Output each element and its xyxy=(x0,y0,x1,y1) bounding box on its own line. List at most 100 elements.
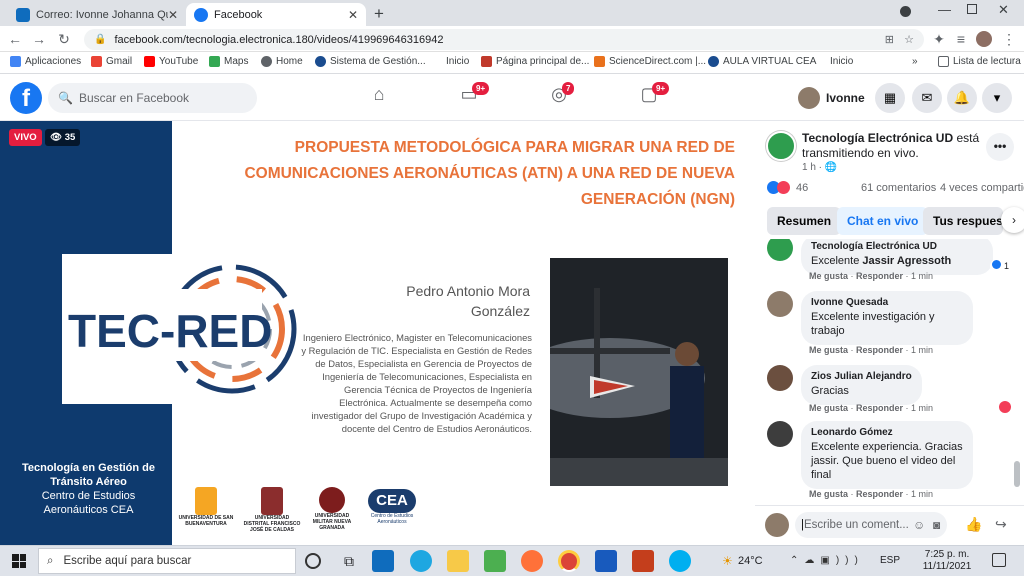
back-icon[interactable]: ← xyxy=(6,30,24,48)
outlook-taskbar-icon[interactable] xyxy=(372,550,394,572)
avatar[interactable] xyxy=(767,421,793,447)
cortana-icon[interactable] xyxy=(305,553,321,569)
forward-icon[interactable]: → xyxy=(30,30,48,48)
avatar[interactable] xyxy=(767,239,793,261)
firefox-icon[interactable] xyxy=(521,550,543,572)
avatar[interactable] xyxy=(767,365,793,391)
comment-like-button[interactable]: Me gusta xyxy=(809,345,848,355)
comment-like-button[interactable]: Me gusta xyxy=(809,271,848,281)
translate-icon[interactable]: ⊞ xyxy=(885,33,894,46)
account-chevron-down-icon[interactable]: ▾ xyxy=(982,83,1012,113)
nav-home-icon[interactable]: ⌂ xyxy=(366,84,392,110)
live-video-player[interactable]: PROPUESTA METODOLÓGICA PARA MIGRAR UNA R… xyxy=(0,121,755,545)
comments-scrollbar[interactable] xyxy=(1014,461,1020,487)
comment-like-button[interactable]: Me gusta xyxy=(809,489,848,499)
bookmark-inicio-2[interactable]: Inicio xyxy=(830,56,853,67)
close-icon[interactable]: ✕ xyxy=(348,8,358,22)
tab-tus-respuestas[interactable]: Tus respuesta xyxy=(923,207,1003,235)
comment-reply-button[interactable]: Responder xyxy=(856,403,903,413)
comment-like-button[interactable]: Me gusta xyxy=(809,403,848,413)
comment-mention[interactable]: Jassir Agressoth xyxy=(862,255,951,267)
reading-list-button[interactable]: Lista de lectura xyxy=(938,56,1021,67)
restore-button[interactable] xyxy=(967,4,977,14)
avatar[interactable] xyxy=(767,291,793,317)
comment-reaction[interactable]: 1 xyxy=(990,259,1011,273)
minimize-button[interactable]: — xyxy=(938,2,951,17)
comments-count[interactable]: 61 comentarios xyxy=(861,182,936,194)
reaction-summary[interactable]: 46 xyxy=(767,181,808,194)
weather-icon[interactable]: ☀ xyxy=(722,554,733,568)
tab-facebook[interactable]: Facebook ✕ xyxy=(186,3,366,26)
taskbar-search-input[interactable]: ⌕ Escribe aquí para buscar xyxy=(38,548,296,574)
close-icon[interactable]: ✕ xyxy=(168,8,178,22)
bookmark-gmail[interactable]: Gmail xyxy=(91,56,132,67)
comment-reply-button[interactable]: Responder xyxy=(856,345,903,355)
system-tray-icons[interactable]: ⌃☁▣))) xyxy=(790,555,864,566)
bookmark-sciencedirect[interactable]: ScienceDirect.com |... xyxy=(594,56,706,67)
extensions-icon[interactable]: ✦ xyxy=(930,30,948,48)
bookmark-home[interactable]: Home xyxy=(261,56,303,67)
reload-icon[interactable]: ↻ xyxy=(55,30,73,48)
file-explorer-icon[interactable] xyxy=(447,550,469,572)
bookmark-youtube[interactable]: YouTube xyxy=(144,56,198,67)
profile-shortcut[interactable]: Ivonne xyxy=(798,87,865,109)
bookmark-inicio[interactable]: Inicio xyxy=(446,56,469,67)
comments-list[interactable]: Tecnología Electrónica UD Excelente Jass… xyxy=(755,239,1024,505)
tab-resumen[interactable]: Resumen xyxy=(767,207,842,235)
commenter-name[interactable]: Leonardo Gómez xyxy=(811,426,963,440)
word-icon[interactable] xyxy=(595,550,617,572)
bookmarks-overflow[interactable]: » xyxy=(912,56,918,67)
page-name[interactable]: Tecnología Electrónica UD xyxy=(802,131,953,145)
commenter-name[interactable]: Zios Julian Alejandro xyxy=(811,370,912,384)
tab-outlook[interactable]: Correo: Ivonne Johanna Quesada ✕ xyxy=(8,3,186,26)
facebook-logo[interactable]: f xyxy=(10,82,42,114)
powerpoint-icon[interactable] xyxy=(632,550,654,572)
menu-grid-icon[interactable]: ▦ xyxy=(875,83,905,113)
bookmark-pagina-principal[interactable]: Página principal de... xyxy=(481,56,589,67)
shares-count[interactable]: 4 veces compartido xyxy=(940,182,1024,194)
notifications-icon[interactable]: 🔔 xyxy=(947,83,977,113)
comment-reply-button[interactable]: Responder xyxy=(856,489,903,499)
sticker-icon[interactable]: ◙ xyxy=(933,518,940,532)
bookmark-label: Aplicaciones xyxy=(25,56,82,67)
task-view-icon[interactable]: ⧉ xyxy=(338,550,360,572)
commenter-name[interactable]: Tecnología Electrónica UD xyxy=(811,240,983,254)
media-icon[interactable]: ≡ xyxy=(952,30,970,48)
menu-icon[interactable]: ⋮ xyxy=(1000,30,1018,48)
share-icon[interactable]: ↪ xyxy=(995,516,1007,533)
commenter-name[interactable]: Ivonne Quesada xyxy=(811,296,963,310)
bookmark-aula-virtual[interactable]: AULA VIRTUAL CEA xyxy=(708,56,816,67)
profile-menu-icon[interactable] xyxy=(900,6,911,17)
like-button-icon[interactable]: 👍 xyxy=(965,516,982,533)
chevron-right-icon[interactable]: › xyxy=(1001,207,1024,233)
language-indicator[interactable]: ESP xyxy=(880,555,900,566)
comment-reply-button[interactable]: Responder xyxy=(856,271,903,281)
bookmark-apps[interactable]: Aplicaciones xyxy=(10,56,81,67)
nav-watch-icon[interactable]: ▭ 9+ xyxy=(456,82,490,110)
bookmark-sistema[interactable]: Sistema de Gestión... xyxy=(315,56,426,67)
facebook-search-input[interactable]: 🔍 Buscar en Facebook xyxy=(48,83,257,113)
nav-gaming-icon[interactable]: ▢ 9+ xyxy=(636,82,670,110)
nav-groups-icon[interactable]: ◎ 7 xyxy=(546,82,575,110)
address-bar[interactable]: 🔒 facebook.com/tecnologia.electronica.18… xyxy=(84,29,924,50)
skype-icon[interactable] xyxy=(669,550,691,572)
bookmark-star-icon[interactable]: ☆ xyxy=(904,33,914,46)
edge-icon[interactable] xyxy=(410,550,432,572)
post-options-icon[interactable]: ••• xyxy=(986,133,1014,161)
viewer-count-value: 35 xyxy=(64,132,76,143)
new-tab-button[interactable]: + xyxy=(374,4,384,24)
bookmark-maps[interactable]: Maps xyxy=(209,56,248,67)
store-icon[interactable] xyxy=(484,550,506,572)
notification-center-icon[interactable] xyxy=(992,553,1006,567)
emoji-icon[interactable]: ☺ xyxy=(913,518,925,532)
clock[interactable]: 7:25 p. m. 11/11/2021 xyxy=(918,549,976,573)
profile-avatar[interactable] xyxy=(976,31,992,47)
messenger-icon[interactable]: ✉ xyxy=(912,83,942,113)
windows-start-icon[interactable] xyxy=(12,554,26,568)
page-avatar[interactable] xyxy=(766,131,796,161)
temperature-label[interactable]: 24°C xyxy=(738,555,763,567)
love-reaction-icon[interactable] xyxy=(999,401,1011,413)
tab-chat-en-vivo[interactable]: Chat en vivo xyxy=(837,207,929,235)
chrome-icon[interactable] xyxy=(558,550,580,572)
close-window-button[interactable]: ✕ xyxy=(998,2,1009,18)
